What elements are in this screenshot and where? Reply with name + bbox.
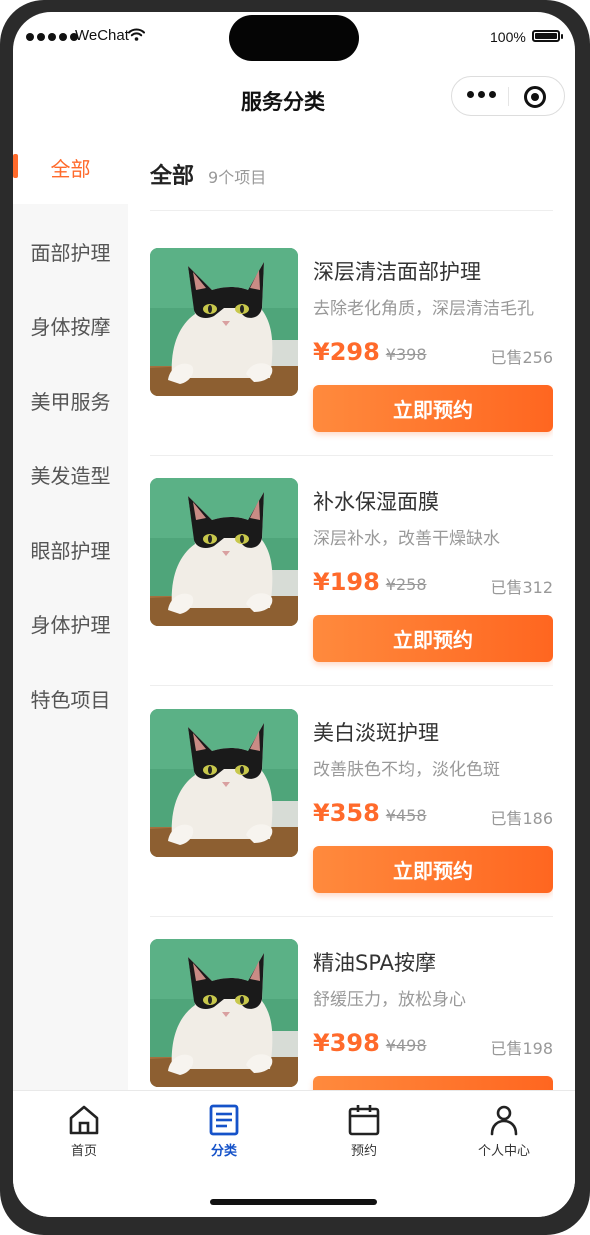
category-icon: [209, 1104, 239, 1136]
sidebar-item-special[interactable]: 特色项目: [13, 661, 128, 735]
service-description: 深层补水，改善干燥缺水: [313, 529, 500, 549]
tab-booking[interactable]: 预约: [314, 1103, 414, 1163]
service-description: 改善肤色不均，淡化色斑: [313, 760, 500, 780]
home-icon: [69, 1105, 99, 1135]
sold-count: 已售312: [490, 578, 553, 597]
sidebar-item-body-massage[interactable]: 身体按摩: [13, 288, 128, 362]
signal-icon: [26, 33, 78, 41]
calendar-icon: [348, 1105, 380, 1136]
service-card[interactable]: 美白淡斑护理 改善肤色不均，淡化色斑 ¥358 ¥458 已售186 立即预约: [150, 709, 553, 939]
wifi-icon: [128, 28, 145, 41]
book-now-button[interactable]: 立即预约: [313, 615, 553, 662]
service-name: 深层清洁面部护理: [313, 260, 481, 284]
service-name: 美白淡斑护理: [313, 721, 439, 745]
service-thumbnail: [150, 709, 298, 857]
capsule-divider: [508, 87, 509, 106]
original-price: ¥258: [385, 575, 427, 594]
tab-label: 个人中心: [477, 1144, 530, 1159]
sidebar-item-label: 全部: [50, 156, 91, 181]
tab-profile[interactable]: 个人中心: [454, 1103, 554, 1163]
sidebar-item-label: 特色项目: [30, 687, 111, 712]
sidebar-item-all[interactable]: 全部: [13, 130, 128, 204]
sold-count: 已售256: [490, 348, 553, 367]
price-row: ¥298 ¥398: [313, 338, 427, 366]
original-price: ¥398: [385, 345, 427, 364]
sidebar-item-hair[interactable]: 美发造型: [13, 437, 128, 511]
sidebar-item-eye[interactable]: 眼部护理: [13, 512, 128, 586]
original-price: ¥458: [385, 806, 427, 825]
service-card[interactable]: 补水保湿面膜 深层补水，改善干燥缺水 ¥198 ¥258 已售312 立即预约: [150, 478, 553, 708]
category-sidebar: 全部 面部护理 身体按摩 美甲服务 美发造型 眼部护理 身体护理 特色项目: [13, 130, 128, 1100]
sold-count: 已售198: [490, 1039, 553, 1058]
phone-frame: WeChat 100% 服务分类 全部 面部护理 身体按摩 美甲服务 美发造型 …: [0, 0, 590, 1235]
item-count: 9个项目: [208, 168, 267, 187]
active-indicator: [13, 154, 18, 178]
divider: [150, 916, 553, 917]
tab-label: 分类: [210, 1144, 237, 1159]
tab-bar: 首页 分类 预约 个人中心: [13, 1090, 575, 1217]
current-price: ¥358: [313, 799, 380, 827]
sidebar-item-label: 美发造型: [30, 463, 111, 488]
sidebar-item-label: 身体按摩: [30, 314, 111, 339]
camera-notch: [229, 15, 359, 61]
current-price: ¥198: [313, 568, 380, 596]
miniprogram-capsule: [451, 76, 565, 116]
service-thumbnail: [150, 939, 298, 1087]
sidebar-item-facial[interactable]: 面部护理: [13, 214, 128, 288]
service-description: 去除老化角质，深层清洁毛孔: [313, 299, 534, 319]
service-list: 全部 9个项目 深层清洁面部护理 去除老化角质，深层清洁毛孔 ¥298 ¥398…: [150, 130, 553, 1100]
service-thumbnail: [150, 478, 298, 626]
section-header: 全部 9个项目: [150, 158, 266, 190]
tab-label: 首页: [70, 1144, 97, 1159]
service-description: 舒缓压力，放松身心: [313, 990, 466, 1010]
service-card[interactable]: 精油SPA按摩 舒缓压力，放松身心 ¥398 ¥498 已售198 立即预约: [150, 939, 553, 1100]
sidebar-item-label: 美甲服务: [30, 389, 111, 414]
tab-home[interactable]: 首页: [34, 1103, 134, 1163]
divider: [150, 455, 553, 456]
divider: [150, 685, 553, 686]
user-icon: [490, 1105, 518, 1136]
sidebar-item-label: 身体护理: [30, 612, 111, 637]
service-name: 补水保湿面膜: [313, 490, 439, 514]
sold-count: 已售186: [490, 809, 553, 828]
current-price: ¥398: [313, 1029, 380, 1057]
tab-category[interactable]: 分类: [174, 1103, 274, 1163]
close-miniprogram-icon[interactable]: [524, 86, 546, 108]
current-price: ¥298: [313, 338, 380, 366]
sidebar-item-label: 眼部护理: [30, 538, 111, 563]
sidebar-item-nails[interactable]: 美甲服务: [13, 363, 128, 437]
book-now-button[interactable]: 立即预约: [313, 385, 553, 432]
battery-percent: 100%: [490, 29, 526, 45]
price-row: ¥358 ¥458: [313, 799, 427, 827]
tab-label: 预约: [350, 1144, 377, 1159]
divider: [150, 210, 553, 211]
section-title: 全部: [150, 164, 195, 189]
sidebar-item-body-care[interactable]: 身体护理: [13, 586, 128, 660]
service-thumbnail: [150, 248, 298, 396]
book-now-button[interactable]: 立即预约: [313, 846, 553, 893]
sidebar-item-label: 面部护理: [30, 240, 111, 265]
nav-bar: 服务分类: [13, 72, 575, 128]
more-icon[interactable]: [467, 91, 496, 98]
home-indicator: [210, 1199, 377, 1205]
battery-icon: [532, 30, 563, 42]
service-card[interactable]: 深层清洁面部护理 去除老化角质，深层清洁毛孔 ¥298 ¥398 已售256 立…: [150, 248, 553, 478]
carrier-label: WeChat: [75, 27, 129, 44]
service-name: 精油SPA按摩: [313, 951, 437, 975]
original-price: ¥498: [385, 1036, 427, 1055]
price-row: ¥398 ¥498: [313, 1029, 427, 1057]
price-row: ¥198 ¥258: [313, 568, 427, 596]
phone-screen: WeChat 100% 服务分类 全部 面部护理 身体按摩 美甲服务 美发造型 …: [13, 12, 575, 1217]
